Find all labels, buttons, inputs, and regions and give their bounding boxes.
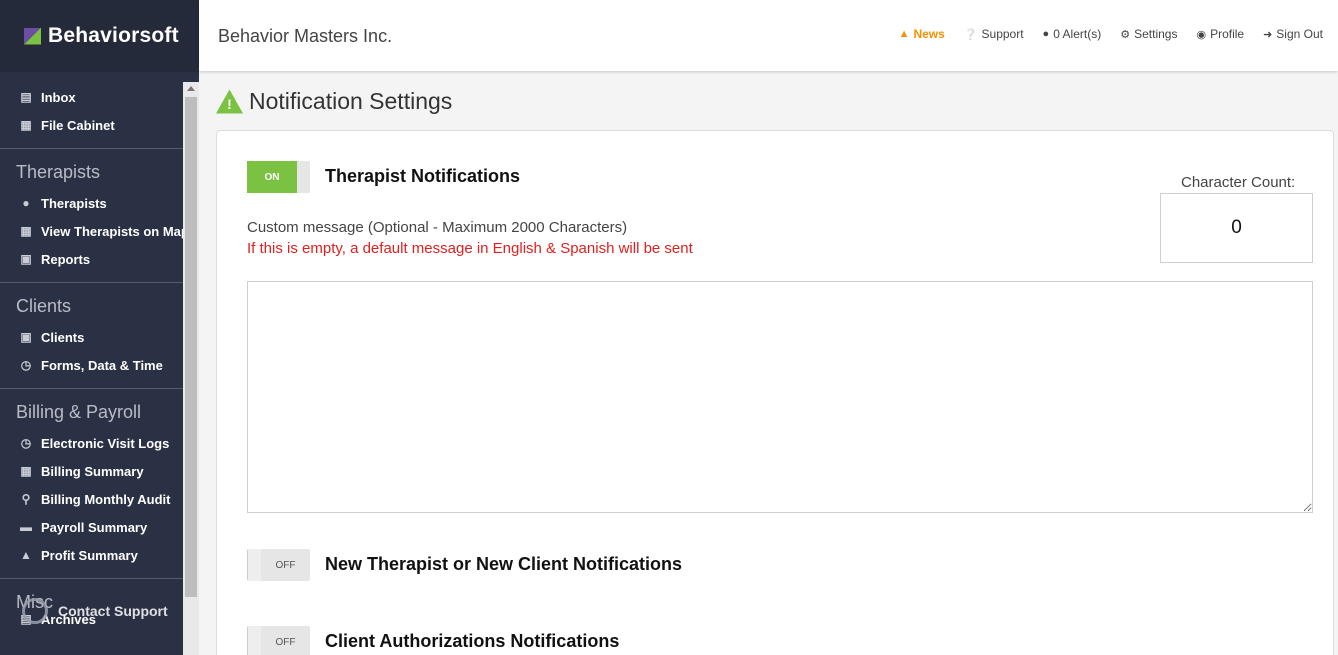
- sidebar-item-billing-summary[interactable]: ▦ Billing Summary: [0, 457, 183, 485]
- history-icon: ◷: [20, 436, 32, 450]
- contact-support-label: Contact Support: [58, 603, 168, 619]
- new-notifications-title: New Therapist or New Client Notification…: [325, 554, 683, 574]
- custom-message-textarea[interactable]: [247, 281, 1313, 513]
- sidebar-item-billing-monthly-audit[interactable]: ⚲ Billing Monthly Audit: [0, 485, 183, 513]
- page-title: Notification Settings: [249, 88, 453, 114]
- sidebar-item-label: Reports: [41, 251, 91, 267]
- alerts-label: 0 Alert(s): [1053, 27, 1102, 41]
- sidebar-heading: Therapists: [16, 162, 101, 182]
- sidebar-item-label: View Therapists on Map: [41, 223, 183, 239]
- sidebar-item-inbox[interactable]: ▤ Inbox: [0, 83, 183, 111]
- default-message-note: If this is empty, a default message in E…: [247, 240, 693, 257]
- sidebar-item-label: Inbox: [41, 89, 76, 105]
- money-icon: ▬: [20, 520, 32, 534]
- sidebar-item-therapists[interactable]: ● Therapists: [0, 189, 183, 217]
- toggle-state: OFF: [275, 636, 296, 648]
- client-authorizations-toggle[interactable]: OFF: [247, 626, 310, 655]
- sidebar-item-clients[interactable]: ▣ Clients: [0, 323, 183, 351]
- brand-name: Behaviorsoft: [48, 24, 179, 47]
- news-label: News: [913, 27, 945, 41]
- toggle-knob: [248, 549, 261, 581]
- sidebar-item-label: Payroll Summary: [41, 519, 148, 535]
- scroll-up-icon[interactable]: [187, 86, 195, 91]
- toggle-state: OFF: [275, 559, 296, 571]
- sidebar-item-label: Billing Monthly Audit: [41, 491, 171, 507]
- therapist-notifications-toggle[interactable]: ON: [247, 161, 310, 193]
- bell-icon: ●: [1042, 28, 1050, 40]
- sidebar-item-payroll-summary[interactable]: ▬ Payroll Summary: [0, 513, 183, 541]
- search-icon: ⚲: [21, 492, 31, 506]
- sidebar-item-label: Therapists: [41, 195, 107, 211]
- sidebar-section-clients: Clients ▣ Clients ◷ Forms, Data & Time: [0, 282, 183, 379]
- megaphone-icon: ▲: [898, 28, 910, 40]
- clipboard-icon: ▣: [20, 252, 32, 266]
- sidebar-scrollbar[interactable]: [183, 82, 199, 655]
- toggle-knob: [297, 161, 310, 193]
- support-label: Support: [981, 27, 1024, 41]
- sidebar-item-file-cabinet[interactable]: ▦ File Cabinet: [0, 111, 183, 139]
- profile-link[interactable]: ◉ Profile: [1196, 27, 1244, 41]
- sidebar-item-profit-summary[interactable]: ▲ Profit Summary: [0, 541, 183, 569]
- sign-out-label: Sign Out: [1276, 27, 1323, 41]
- question-circle-icon: ❔: [963, 28, 978, 41]
- gear-icon: ⚙: [1120, 28, 1131, 41]
- sidebar-item-electronic-visit-logs[interactable]: ◷ Electronic Visit Logs: [0, 429, 183, 457]
- news-link[interactable]: ▲ News: [899, 27, 945, 41]
- sidebar-item-label: Clients: [41, 329, 85, 345]
- sidebar-item-label: Billing Summary: [41, 463, 144, 479]
- company-name: Behavior Masters Inc.: [218, 26, 393, 46]
- therapist-notifications-title: Therapist Notifications: [325, 166, 521, 186]
- settings-label: Settings: [1134, 27, 1178, 41]
- clock-icon: ◷: [20, 358, 32, 372]
- sidebar: Behaviorsoft ▤ Inbox ▦ File Cabinet Ther…: [0, 0, 199, 655]
- character-count-label: Character Count:: [1181, 174, 1296, 191]
- top-header: Behavior Masters Inc. ▲ News ❔ Support ●…: [199, 0, 1338, 71]
- support-link[interactable]: ❔ Support: [964, 27, 1024, 41]
- map-icon: ▦: [20, 224, 32, 238]
- headset-icon: [22, 598, 48, 624]
- page-title-wrap: ! Notification Settings: [216, 88, 452, 115]
- character-count-value: 0: [1160, 193, 1313, 263]
- bank-icon: ▲: [20, 548, 32, 562]
- top-links: ▲ News ❔ Support ● 0 Alert(s) ⚙ Settings…: [899, 27, 1323, 41]
- sidebar-item-reports[interactable]: ▣ Reports: [0, 245, 183, 273]
- toggle-knob: [248, 626, 261, 655]
- sign-out-icon: ➜: [1263, 28, 1273, 41]
- sidebar-item-label: Forms, Data & Time: [41, 357, 163, 373]
- scrollbar-thumb[interactable]: [185, 97, 197, 597]
- sidebar-item-label: File Cabinet: [41, 117, 115, 133]
- warning-icon: !: [216, 89, 243, 114]
- toggle-state: ON: [247, 161, 297, 193]
- sidebar-item-label: Electronic Visit Logs: [41, 435, 170, 451]
- sidebar-heading: Billing & Payroll: [16, 402, 142, 422]
- alerts-link[interactable]: ● 0 Alert(s): [1043, 27, 1102, 41]
- inbox-icon: ▤: [20, 90, 32, 104]
- custom-message-label: Custom message (Optional - Maximum 2000 …: [247, 219, 628, 236]
- behaviorsoft-logo-icon: [24, 27, 41, 45]
- brand[interactable]: Behaviorsoft: [0, 0, 199, 72]
- file-user-icon: ▣: [20, 330, 32, 344]
- sidebar-item-forms-data-time[interactable]: ◷ Forms, Data & Time: [0, 351, 183, 379]
- new-notifications-toggle[interactable]: OFF: [247, 549, 310, 581]
- client-authorizations-title: Client Authorizations Notifications: [325, 631, 620, 651]
- sidebar-section-therapists: Therapists ● Therapists ▦ View Therapist…: [0, 148, 183, 273]
- user-circle-icon: ◉: [1196, 28, 1207, 41]
- sidebar-heading: Clients: [16, 296, 72, 316]
- notification-settings-panel: ON Therapist Notifications Custom messag…: [216, 130, 1334, 655]
- sidebar-section-billing: Billing & Payroll ◷ Electronic Visit Log…: [0, 388, 183, 569]
- table-icon: ▦: [20, 464, 32, 478]
- settings-link[interactable]: ⚙ Settings: [1120, 27, 1177, 41]
- sidebar-nav: ▤ Inbox ▦ File Cabinet Therapists ● Ther…: [0, 72, 183, 655]
- profile-label: Profile: [1210, 27, 1245, 41]
- sidebar-item-label: Profit Summary: [41, 547, 138, 563]
- file-cabinet-icon: ▦: [20, 118, 32, 132]
- contact-support-button[interactable]: Contact Support: [22, 598, 168, 624]
- users-icon: ●: [22, 196, 30, 210]
- sign-out-link[interactable]: ➜ Sign Out: [1263, 27, 1323, 41]
- sidebar-item-view-therapists-map[interactable]: ▦ View Therapists on Map: [0, 217, 183, 245]
